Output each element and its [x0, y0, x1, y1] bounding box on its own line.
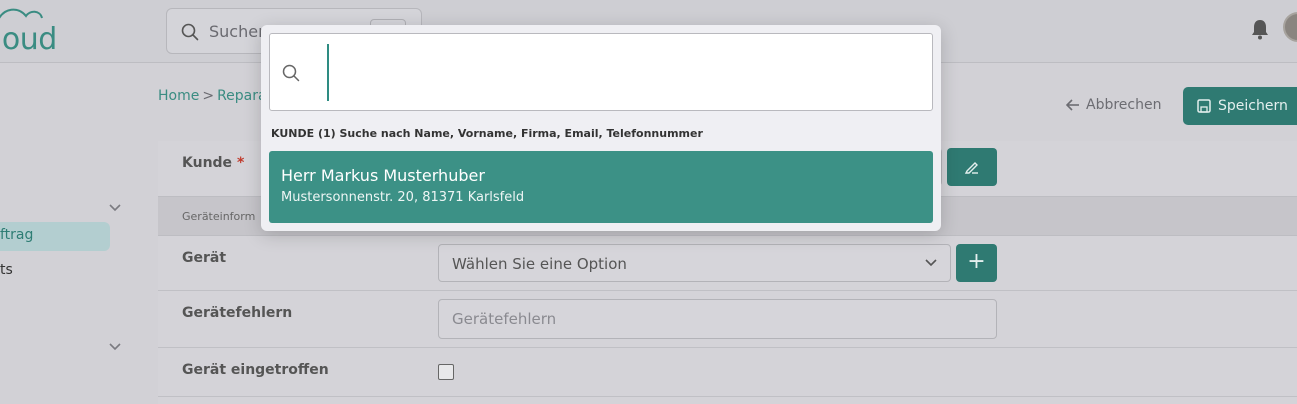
device-arrived-row: Gerät eingetroffen	[158, 348, 1297, 397]
logo-text: loud	[0, 22, 57, 57]
global-search-placeholder: Suchen	[209, 22, 269, 41]
result-address: Mustersonnenstr. 20, 81371 Karlsfeld	[281, 190, 525, 205]
device-errors-input[interactable]: Gerätefehlern	[438, 299, 997, 339]
breadcrumb: Home > Reparat	[158, 88, 272, 104]
customer-label: Kunde *	[182, 155, 245, 171]
user-avatar[interactable]	[1283, 12, 1297, 42]
chevron-down-icon	[925, 259, 937, 267]
device-arrived-checkbox[interactable]	[438, 364, 454, 380]
cancel-button[interactable]: Abbrechen	[1066, 97, 1161, 113]
customer-search-input[interactable]	[334, 46, 924, 100]
device-select[interactable]: Wählen Sie eine Option	[438, 244, 951, 282]
search-icon	[181, 23, 199, 41]
search-icon	[282, 64, 300, 82]
customer-search-input-box[interactable]	[269, 33, 933, 111]
chevron-down-icon[interactable]	[108, 342, 122, 352]
notification-bell-icon[interactable]	[1250, 18, 1270, 40]
cancel-button-label: Abbrechen	[1086, 97, 1162, 113]
device-errors-placeholder: Gerätefehlern	[452, 310, 557, 328]
arrow-left-icon	[1066, 99, 1079, 111]
edit-customer-button[interactable]	[947, 148, 997, 186]
sidebar-item-active[interactable]: ftrag	[0, 222, 110, 251]
sidebar-item-label[interactable]: ts	[0, 262, 13, 278]
result-name: Herr Markus Musterhuber	[281, 166, 485, 185]
sidebar-item-label: ftrag	[0, 227, 34, 243]
breadcrumb-home[interactable]: Home	[158, 88, 199, 104]
customer-search-modal: KUNDE (1) Suche nach Name, Vorname, Firm…	[261, 25, 941, 231]
device-errors-label: Gerätefehlern	[182, 305, 293, 321]
result-caption: KUNDE (1) Suche nach Name, Vorname, Firm…	[271, 127, 703, 140]
breadcrumb-separator: >	[202, 88, 215, 104]
required-marker: *	[236, 155, 245, 171]
device-select-value: Wählen Sie eine Option	[452, 255, 627, 273]
text-caret	[327, 44, 329, 101]
edit-pencil-icon	[964, 162, 978, 174]
search-result-item[interactable]: Herr Markus Musterhuber Mustersonnenstr.…	[269, 151, 933, 223]
chevron-down-icon[interactable]	[108, 203, 122, 213]
app-logo[interactable]: loud	[0, 2, 74, 58]
device-label: Gerät	[182, 250, 227, 266]
save-button[interactable]: Speichern	[1183, 87, 1297, 125]
save-icon	[1197, 99, 1211, 113]
save-button-label: Speichern	[1218, 98, 1288, 114]
section-title: Geräteinform	[182, 210, 256, 223]
add-device-button[interactable]: +	[956, 244, 997, 282]
device-arrived-label: Gerät eingetroffen	[182, 362, 329, 378]
